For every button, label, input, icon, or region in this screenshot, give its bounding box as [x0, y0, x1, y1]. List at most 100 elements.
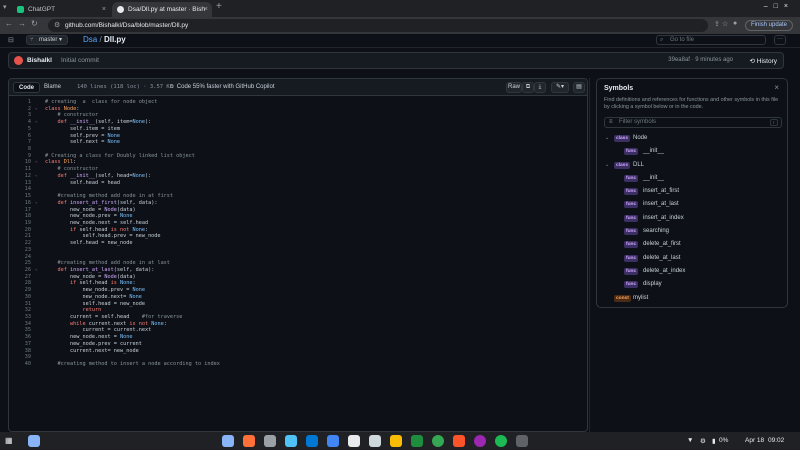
code-line[interactable]: 33 current = self.head #for traverse — [9, 314, 587, 321]
line-number[interactable]: 21 — [9, 233, 31, 240]
github-desktop-icon[interactable] — [474, 435, 486, 447]
settings-gear-icon[interactable]: ⚙ — [700, 437, 706, 445]
symbol-name[interactable]: __init__ — [643, 175, 664, 181]
code-line[interactable]: 25 #creating method add node in at last — [9, 260, 587, 267]
line-number[interactable]: 29 — [9, 287, 31, 294]
tab-github-dll[interactable]: Dsa/Dll.py at master · Bish × — [112, 2, 212, 17]
code-line[interactable]: 8 — [9, 146, 587, 153]
symbol-name[interactable]: insert_at_last — [643, 201, 679, 207]
code-line[interactable]: 11 # constructor — [9, 166, 587, 173]
symbol-item[interactable]: func __init__ — [597, 145, 787, 158]
terminal-icon[interactable] — [516, 435, 528, 447]
commit-author-link[interactable]: Bishalkl — [27, 57, 52, 64]
edit-icon[interactable]: ✎▾ — [551, 82, 569, 93]
close-icon[interactable]: × — [774, 83, 779, 92]
tab-chatgpt[interactable]: ChatGPT × — [12, 2, 110, 17]
commit-message-link[interactable]: Initial commit — [61, 57, 99, 64]
line-number[interactable]: 15 — [9, 193, 31, 200]
code-text[interactable]: self.head = new_node — [45, 301, 144, 308]
code-text[interactable]: new_node.prev = None — [45, 287, 144, 294]
scrollbar[interactable] — [589, 78, 590, 432]
code-line[interactable]: 14 — [9, 186, 587, 193]
code-line[interactable]: 13 self.head = head — [9, 180, 587, 187]
symbol-name[interactable]: searching — [643, 228, 669, 234]
chevron-down-icon[interactable]: ⌄ — [605, 135, 609, 141]
finish-update-button[interactable]: Finish update — [745, 20, 794, 31]
code-text[interactable]: if self.head is None: — [45, 280, 136, 287]
line-number[interactable]: 3 — [9, 112, 31, 119]
address-bar[interactable]: ⚙ github.com/Bishalkl/Dsa/blob/master/Dl… — [48, 19, 708, 32]
time[interactable]: 09:02 — [768, 437, 784, 444]
download-icon[interactable]: ⤓ — [534, 82, 546, 93]
code-line[interactable]: 26 ⌄ def insert_at_last(self, data): — [9, 267, 587, 274]
line-number[interactable]: 38 — [9, 348, 31, 355]
avatar[interactable] — [14, 56, 23, 65]
fold-chevron-icon[interactable]: ⌄ — [35, 119, 38, 126]
code-text[interactable]: current = self.head #for traverse — [45, 314, 182, 321]
code-line[interactable]: 22 self.head = new_node — [9, 240, 587, 247]
forward-icon[interactable]: → — [18, 19, 26, 28]
symbol-item[interactable]: func __init__ — [597, 172, 787, 185]
line-number[interactable]: 39 — [9, 354, 31, 361]
symbol-item[interactable]: func delete_at_last — [597, 252, 787, 265]
line-number[interactable]: 1 — [9, 99, 31, 106]
code-line[interactable]: 9 # Creating a class for Doubly linked li… — [9, 153, 587, 160]
code-text[interactable]: # constructor — [45, 166, 99, 173]
code-line[interactable]: 27 new_node = Node(data) — [9, 274, 587, 281]
code-line[interactable]: 19 new_node.next = self.head — [9, 220, 587, 227]
code-line[interactable]: 18 new_node.prev = None — [9, 213, 587, 220]
fold-chevron-icon[interactable]: ⌄ — [35, 173, 38, 180]
code-line[interactable]: 40 #creating method to insert a node acc… — [9, 361, 587, 368]
code-text[interactable]: # constructor — [45, 112, 99, 119]
line-number[interactable]: 7 — [9, 139, 31, 146]
symbol-item[interactable]: func insert_at_index — [597, 212, 787, 225]
gimp-icon[interactable] — [369, 435, 381, 447]
code-text[interactable]: def insert_at_first(self, data): — [45, 200, 158, 207]
code-line[interactable]: 6 self.prev = None — [9, 133, 587, 140]
code-line[interactable]: 24 — [9, 254, 587, 261]
line-number[interactable]: 20 — [9, 227, 31, 234]
line-number[interactable]: 26 — [9, 267, 31, 274]
symbol-name[interactable]: delete_at_last — [643, 255, 680, 261]
line-number[interactable]: 27 — [9, 274, 31, 281]
wifi-icon[interactable]: ▼ — [687, 437, 693, 444]
symbol-name[interactable]: delete_at_first — [643, 241, 681, 247]
code-line[interactable]: 1 # creating a class for node object — [9, 99, 587, 106]
spreadsheet-icon[interactable] — [411, 435, 423, 447]
vscode-icon[interactable] — [306, 435, 318, 447]
code-line[interactable]: 32 return — [9, 307, 587, 314]
commit-hash-time[interactable]: 39ea8af · 9 minutes ago — [668, 57, 733, 63]
line-number[interactable]: 40 — [9, 361, 31, 368]
code-text[interactable]: self.prev = None — [45, 133, 120, 140]
line-number[interactable]: 35 — [9, 327, 31, 334]
line-number[interactable]: 24 — [9, 254, 31, 261]
symbol-item[interactable]: func delete_at_index — [597, 265, 787, 278]
bookmark-star-icon[interactable]: ☆ — [722, 20, 728, 28]
symbol-item[interactable]: func insert_at_last — [597, 198, 787, 211]
tab-blame[interactable]: Blame — [39, 82, 66, 93]
branch-selector[interactable]: ⑂ master ▾ — [26, 35, 69, 45]
code-text[interactable]: #creating method add node in at first — [45, 193, 174, 200]
share-icon[interactable]: ⇪ — [714, 20, 720, 28]
code-text[interactable]: #creating method add node in at last — [45, 260, 170, 267]
code-text[interactable]: def insert_at_last(self, data): — [45, 267, 155, 274]
reload-icon[interactable]: ↻ — [31, 19, 38, 28]
inkscape-icon[interactable] — [348, 435, 360, 447]
line-number[interactable]: 9 — [9, 153, 31, 160]
code-text[interactable]: new_node.next = self.head — [45, 220, 148, 227]
history-button[interactable]: ⟲ History — [750, 57, 778, 65]
code-line[interactable]: 2 ⌄ class Node: — [9, 106, 587, 113]
fold-chevron-icon[interactable]: ⌄ — [35, 159, 38, 166]
copy-icon[interactable]: ⧉ — [522, 82, 534, 93]
symbol-name[interactable]: insert_at_first — [643, 188, 679, 194]
line-number[interactable]: 25 — [9, 260, 31, 267]
sidebar-toggle-icon[interactable]: ⊟ — [8, 36, 14, 44]
code-line[interactable]: 10 ⌄ class Dll: — [9, 159, 587, 166]
symbol-item[interactable]: func insert_at_first — [597, 185, 787, 198]
code-line[interactable]: 7 self.next = None — [9, 139, 587, 146]
window-controls[interactable]: –□× — [764, 3, 794, 10]
code-line[interactable]: 30 new_node.next= None — [9, 294, 587, 301]
back-icon[interactable]: ← — [5, 19, 13, 28]
line-number[interactable]: 28 — [9, 280, 31, 287]
code-line[interactable]: 23 — [9, 247, 587, 254]
